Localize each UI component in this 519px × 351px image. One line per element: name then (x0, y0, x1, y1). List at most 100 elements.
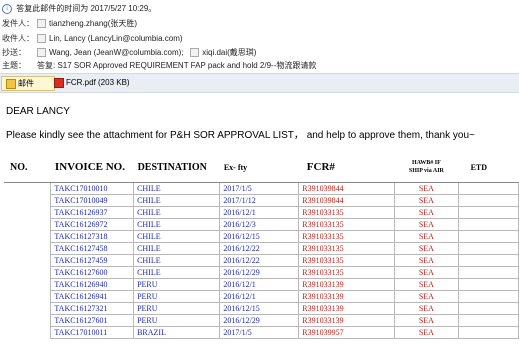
table-row: TAKC16127321 PERU 2016/12/15 R391033139 SEA (4, 302, 519, 315)
cell-fcr: R391033135 (298, 254, 395, 267)
message-tab-bar: 邮件 FCR.pdf (203 KB) (0, 73, 519, 93)
cell-fcr: R391033139 (298, 290, 395, 303)
cell-invoice: TAKC16127600 (50, 266, 135, 279)
cell-destination: CHILE (133, 254, 221, 267)
cell-invoice: TAKC16126941 (50, 290, 135, 303)
cell-destination: PERU (133, 314, 221, 327)
cell-no (4, 267, 51, 279)
cell-ship: SEA (393, 254, 460, 267)
reply-info: i 答复此邮件的时间为 2017/5/27 10:29。 (2, 2, 156, 16)
approval-table: NO. INVOICE NO. DESTINATION Ex- fty FCR#… (4, 152, 519, 339)
table-row: TAKC16127459 CHILE 2016/12/22 R391033135 SEA (4, 254, 519, 267)
cc-value-2[interactable]: xiqi.dai(戴思琪) (202, 48, 256, 57)
cell-no (4, 243, 51, 255)
cell-destination: PERU (133, 278, 221, 291)
cell-exfty: 2017/1/5 (219, 326, 300, 339)
cell-fcr: R391033139 (298, 302, 395, 315)
table-row: TAKC16127601 PERU 2016/12/29 R391033139 SEA (4, 314, 519, 327)
table-row: TAKC17010011 BRAZIL 2017/1/5 R391039957 SEA (4, 326, 519, 339)
cell-destination: CHILE (133, 206, 221, 219)
cell-destination: PERU (133, 290, 221, 303)
cell-no (4, 303, 51, 315)
header-invoice: INVOICE NO. (50, 152, 134, 183)
cell-invoice: TAKC16127601 (50, 314, 135, 327)
cell-fcr: R391033135 (298, 242, 395, 255)
cell-invoice: TAKC16126972 (50, 218, 135, 231)
cell-etd (458, 218, 519, 231)
cell-no (4, 231, 51, 243)
from-label: 发件人： (2, 19, 34, 28)
cell-no (4, 183, 51, 195)
cell-exfty: 2016/12/1 (219, 206, 300, 219)
cell-etd (458, 302, 519, 315)
table-body: TAKC17010010 CHILE 2017/1/5 R391039844 SEA TA… (4, 182, 519, 339)
from-value[interactable]: tianzheng.zhang(张天胜) (49, 19, 137, 28)
cell-etd (458, 326, 519, 339)
cell-invoice: TAKC16127458 (50, 242, 135, 255)
header-fcr: FCR# (298, 152, 395, 183)
cell-no (4, 195, 51, 207)
cell-destination: CHILE (133, 194, 221, 207)
table-row: TAKC16127458 CHILE 2016/12/22 R391033135 SEA (4, 242, 519, 255)
cell-ship: SEA (393, 302, 460, 315)
cc-value[interactable]: Wang, Jean (JeanW@columbia.com); (49, 48, 184, 57)
cell-ship: SEA (393, 206, 460, 219)
cell-fcr: R391033135 (298, 206, 395, 219)
cell-destination: CHILE (133, 266, 221, 279)
cell-no (4, 279, 51, 291)
cc-avatar-icon (37, 48, 46, 58)
cell-etd (458, 254, 519, 267)
header-no: NO. (4, 152, 51, 183)
cell-invoice: TAKC16127459 (50, 254, 135, 267)
header-etd: ETD (458, 152, 519, 183)
cell-etd (458, 242, 519, 255)
cell-fcr: R391033135 (298, 218, 395, 231)
header-hawb: HAWB# IF SHIP via AIR (394, 152, 459, 183)
cell-ship: SEA (393, 266, 460, 279)
cell-ship: SEA (393, 326, 460, 339)
cell-etd (458, 182, 519, 195)
cell-fcr: R391033139 (298, 314, 395, 327)
cell-invoice: TAKC17010010 (50, 182, 135, 195)
cell-etd (458, 290, 519, 303)
table-row: TAKC16126941 PERU 2016/12/1 R391033139 SEA (4, 290, 519, 303)
cell-fcr: R391033135 (298, 230, 395, 243)
cell-ship: SEA (393, 278, 460, 291)
cell-no (4, 291, 51, 303)
sender-avatar-icon (37, 19, 46, 29)
email-header: i 答复此邮件的时间为 2017/5/27 10:29。 发件人： tianzh… (0, 0, 519, 76)
cell-etd (458, 194, 519, 207)
cell-destination: PERU (133, 302, 221, 315)
cell-destination: CHILE (133, 242, 221, 255)
cell-exfty: 2016/12/1 (219, 290, 300, 303)
cell-ship: SEA (393, 290, 460, 303)
cell-fcr: R391039957 (298, 326, 395, 339)
tab-attachment[interactable]: FCR.pdf (203 KB) (50, 76, 146, 89)
tab-mail-label: 邮件 (18, 79, 34, 88)
recipient-avatar-icon (37, 34, 46, 44)
table-row: TAKC17010049 CHILE 2017/1/12 R391039844 SEA (4, 194, 519, 207)
tab-mail[interactable]: 邮件 (1, 76, 55, 91)
cell-ship: SEA (393, 230, 460, 243)
header-hawb-top: HAWB# IF (411, 160, 441, 166)
cell-no (4, 315, 51, 327)
pdf-icon (54, 77, 64, 88)
cc-avatar-icon-2 (190, 48, 200, 58)
cell-exfty: 2016/12/15 (219, 302, 300, 315)
cell-invoice: TAKC16127318 (50, 230, 135, 243)
cell-exfty: 2016/12/3 (219, 218, 300, 231)
cell-no (4, 255, 51, 267)
cell-etd (458, 266, 519, 279)
cell-invoice: TAKC16126937 (50, 206, 135, 219)
table-row: TAKC16126937 CHILE 2016/12/1 R391033135 SEA (4, 206, 519, 219)
cell-ship: SEA (393, 182, 460, 195)
cell-ship: SEA (393, 314, 460, 327)
header-destination: DESTINATION (133, 152, 220, 183)
cell-invoice: TAKC17010011 (50, 326, 135, 339)
cell-destination: CHILE (133, 182, 221, 195)
mail-icon (6, 78, 16, 89)
cell-destination: BRAZIL (133, 326, 221, 339)
to-value[interactable]: Lin, Lancy (LancyLin@columbia.com) (49, 34, 183, 43)
cell-exfty: 2016/12/22 (219, 254, 300, 267)
cell-etd (458, 278, 519, 291)
